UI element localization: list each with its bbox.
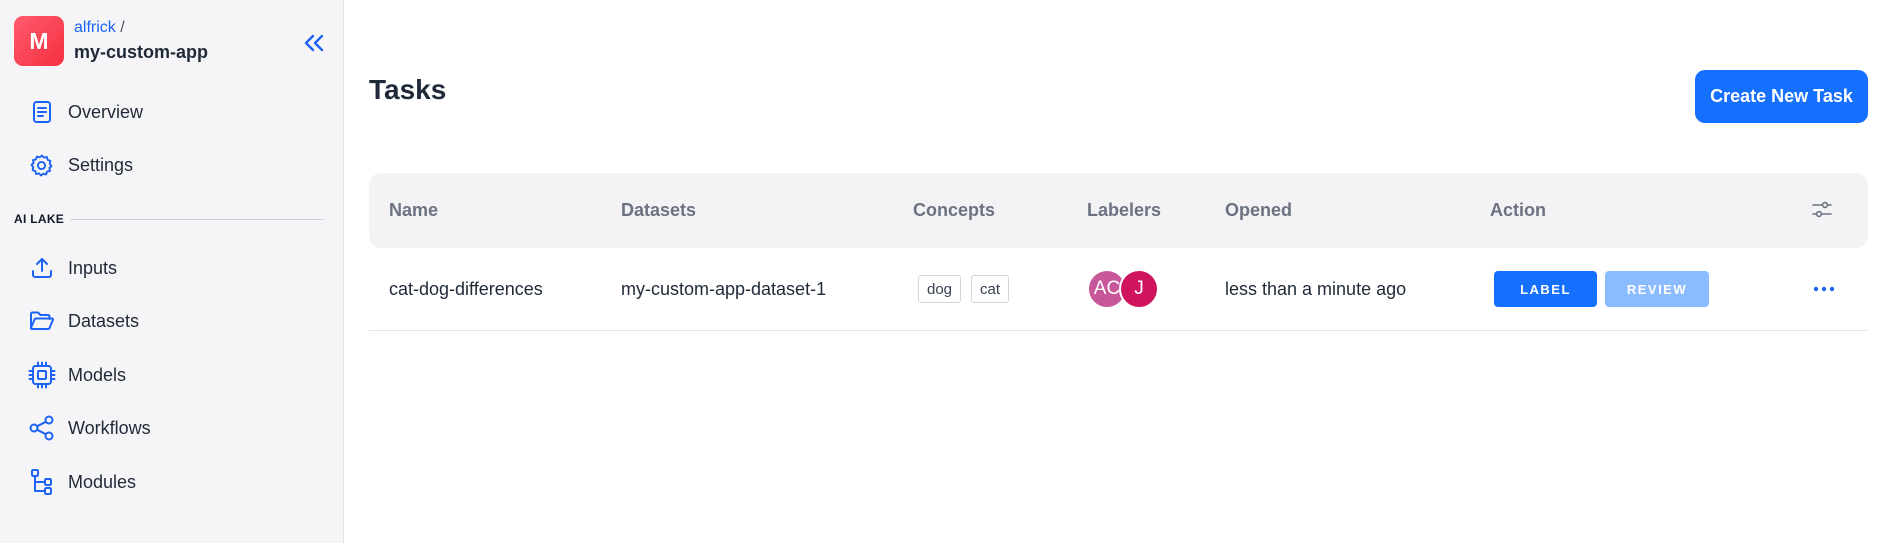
collapse-sidebar-icon[interactable] [300,30,328,56]
concept-tag: cat [971,275,1010,303]
share-nodes-icon [28,414,56,442]
breadcrumb: alfrick / [74,18,208,38]
sidebar-item-label: Settings [68,154,134,175]
section-header-ai-lake: AI LAKE [14,212,324,226]
owner-link[interactable]: alfrick [74,19,116,36]
column-header-concepts[interactable]: Concepts [913,173,995,248]
sidebar-item-label: Workflows [68,417,151,438]
label-button[interactable]: LABEL [1494,271,1597,307]
column-header-datasets[interactable]: Datasets [621,173,696,248]
labelers-cell: AC J [1087,248,1167,330]
page-title: Tasks [369,74,447,105]
document-icon [28,98,56,126]
column-header-action: Action [1490,200,1546,220]
labeler-avatar[interactable]: J [1119,269,1159,309]
column-header-name[interactable]: Name [389,173,438,248]
sidebar-item-overview[interactable]: Overview [28,95,143,129]
sidebar-item-label: Inputs [68,257,118,278]
table-row[interactable]: cat-dog-differences my-custom-app-datase… [369,248,1868,331]
upload-icon [28,254,56,282]
review-button[interactable]: REVIEW [1605,271,1709,307]
section-divider [70,218,324,220]
create-new-task-button[interactable]: Create New Task [1695,70,1868,123]
tree-icon [28,468,56,496]
sidebar-item-modules[interactable]: Modules [28,465,136,499]
table-header: Name Datasets Concepts Labelers Opened A… [369,173,1868,248]
sidebar-item-label: Datasets [68,310,140,331]
app-avatar[interactable]: M [14,16,64,66]
sidebar-item-datasets[interactable]: Datasets [28,304,139,338]
column-header-labelers[interactable]: Labelers [1087,173,1161,248]
app-header: M alfrick / my-custom-app [14,16,208,66]
column-header-opened[interactable]: Opened [1225,173,1292,248]
more-options-icon[interactable] [1809,276,1839,302]
sidebar-item-settings[interactable]: Settings [28,148,133,182]
concept-tag: dog [918,275,962,303]
sidebar-item-models[interactable]: Models [28,358,126,392]
breadcrumb-separator: / [120,19,125,36]
actions-cell: LABEL REVIEW [1494,248,1709,330]
sidebar-item-workflows[interactable]: Workflows [28,411,151,445]
sidebar-item-label: Overview [68,101,144,122]
task-name[interactable]: cat-dog-differences [389,248,543,330]
sidebar-item-label: Models [68,364,127,385]
column-settings-icon[interactable] [1807,195,1837,225]
app-name: my-custom-app [74,42,209,62]
gear-icon [28,151,56,179]
sidebar-item-label: Modules [68,471,137,492]
opened-time: less than a minute ago [1225,278,1407,299]
sidebar-item-inputs[interactable]: Inputs [28,251,117,285]
sidebar: M alfrick / my-custom-app Overview Setti… [0,0,344,543]
task-dataset[interactable]: my-custom-app-dataset-1 [621,248,826,330]
concepts-cell: dog cat [918,248,1019,330]
chip-icon [28,361,56,389]
section-label: AI LAKE [14,212,65,226]
folder-open-icon [28,307,56,335]
